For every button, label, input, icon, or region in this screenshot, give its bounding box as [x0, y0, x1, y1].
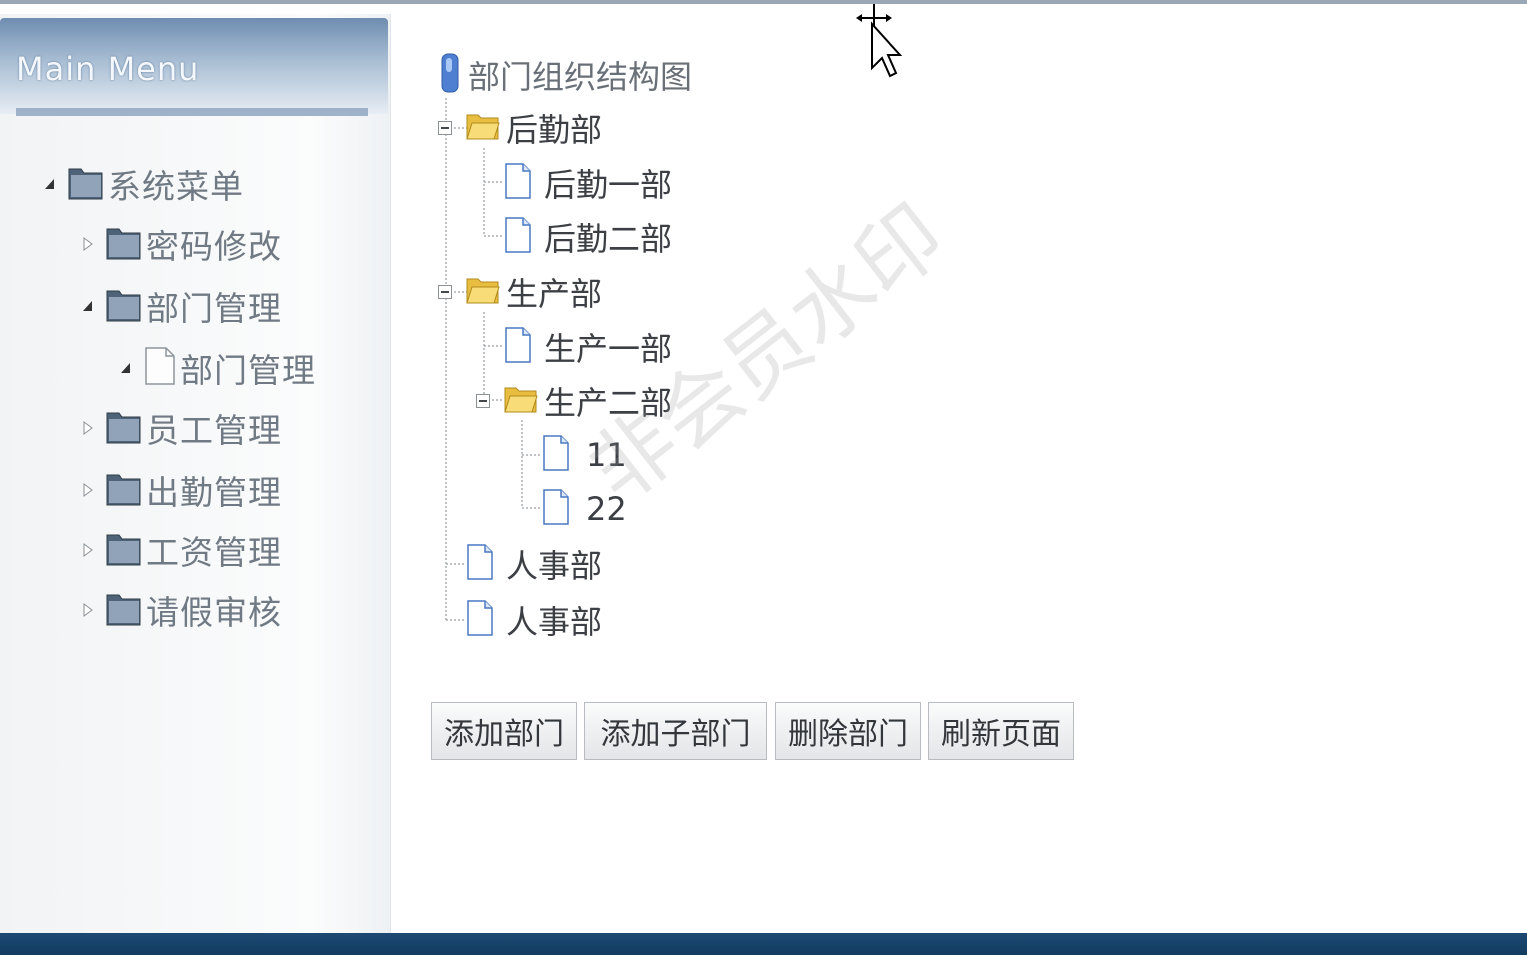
delete-dept-button[interactable]: 删除部门 [775, 702, 921, 760]
org-chart-title: 部门组织结构图 [468, 58, 693, 96]
tree-node-label: 后勤部 [506, 111, 603, 149]
page-icon [466, 543, 494, 585]
org-chart-root-icon [438, 50, 462, 100]
tree-node-label: 人事部 [506, 547, 603, 585]
page-icon [466, 599, 494, 641]
tree-node-hr-2[interactable]: 人事部 [466, 597, 602, 643]
tree-node-logistics-1[interactable]: 后勤一部 [504, 160, 672, 206]
tree-node-label: 生产部 [506, 275, 603, 313]
refresh-page-button[interactable]: 刷新页面 [928, 702, 1074, 760]
open-folder-icon [504, 384, 538, 418]
page-icon [504, 326, 532, 368]
page-icon [542, 488, 570, 530]
tree-connector-lines [445, 98, 542, 621]
collapse-toggle-icon[interactable] [476, 394, 490, 408]
page-icon [504, 162, 532, 204]
tree-node-label: 后勤二部 [544, 220, 673, 258]
add-sub-dept-button[interactable]: 添加子部门 [584, 702, 767, 760]
tree-node-production[interactable]: 生产部 [438, 269, 602, 315]
open-folder-icon [466, 111, 500, 145]
mouse-cursor-icon [852, 4, 903, 88]
add-dept-button[interactable]: 添加部门 [431, 702, 577, 760]
tree-node-logistics-2[interactable]: 后勤二部 [504, 214, 672, 260]
tree-node-hr[interactable]: 人事部 [466, 541, 602, 587]
tree-node-label: 后勤一部 [544, 166, 673, 204]
tree-node-label: 人事部 [506, 603, 603, 641]
collapse-toggle-icon[interactable] [438, 285, 452, 299]
open-folder-icon [466, 275, 500, 309]
collapse-toggle-icon[interactable] [438, 121, 452, 135]
tree-node-logistics[interactable]: 后勤部 [438, 105, 602, 151]
org-chart-title-row: 部门组织结构图 [438, 50, 692, 100]
page-icon [542, 434, 570, 476]
bottom-status-bar [0, 933, 1527, 955]
page-icon [504, 216, 532, 258]
